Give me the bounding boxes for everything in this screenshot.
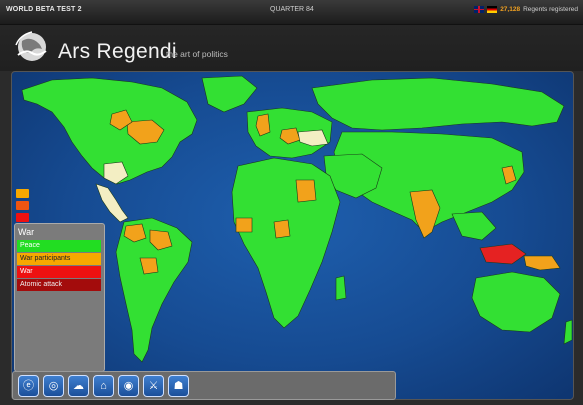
stack-swatch	[16, 189, 29, 198]
legend-atomic-attack: Atomic attack	[17, 279, 101, 291]
app-subtitle: the art of politics	[166, 49, 228, 59]
africa-region	[231, 157, 341, 329]
legend-war-participants: War participants	[17, 253, 101, 265]
tool-world-button[interactable]: ◉	[118, 375, 139, 397]
war-legend-panel: War Peace War participants War Atomic at…	[14, 223, 105, 372]
top-bar: WORLD BETA TEST 2 QUARTER 84 27,128 Rege…	[0, 0, 583, 25]
new-zealand-region	[563, 319, 573, 345]
stack-swatch	[16, 201, 29, 210]
tool-people-button[interactable]: ☗	[168, 375, 189, 397]
west-africa-region	[273, 219, 291, 239]
regents-count: 27,128	[500, 6, 521, 13]
uk-flag-icon[interactable]	[474, 6, 485, 13]
central-america-region	[95, 183, 129, 223]
tool-population-button[interactable]: ◎	[43, 375, 64, 397]
tool-weather-button[interactable]: ☁	[68, 375, 89, 397]
legend-war: War	[17, 266, 101, 278]
server-name: WORLD BETA TEST 2	[6, 6, 82, 13]
southeast-asia-region	[451, 211, 497, 241]
madagascar-region	[335, 275, 347, 301]
libya-region	[295, 179, 317, 203]
india-region	[409, 189, 441, 239]
globe-hand-icon	[15, 31, 47, 61]
legend-title: War	[18, 227, 35, 237]
russia-region	[311, 77, 565, 131]
app-title: Ars Regendi	[58, 40, 177, 63]
greenland-region	[201, 75, 258, 113]
bottom-toolbar: ⓔ ◎ ☁ ⌂ ◉ ⚔ ☗	[12, 371, 396, 400]
de-flag-icon[interactable]	[487, 6, 498, 13]
new-guinea-region	[523, 255, 561, 271]
stack-swatch	[16, 213, 29, 222]
indonesia-region	[479, 243, 527, 265]
quarter-label: QUARTER 84	[270, 6, 314, 13]
tool-government-button[interactable]: ⌂	[93, 375, 114, 397]
header: Ars Regendi the art of politics	[0, 25, 583, 71]
regents-info: 27,128 Regents registered	[474, 6, 578, 13]
side-color-stack	[16, 189, 29, 225]
australia-region	[471, 271, 561, 333]
tool-military-button[interactable]: ⚔	[143, 375, 164, 397]
legend-peace: Peace	[17, 240, 101, 252]
mali-region	[235, 217, 253, 233]
tool-economy-button[interactable]: ⓔ	[18, 375, 39, 397]
regents-label: Regents registered	[523, 6, 578, 13]
